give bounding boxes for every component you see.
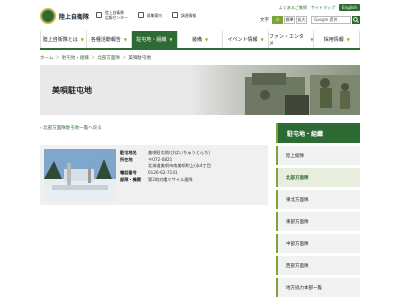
- search-button[interactable]: [352, 16, 360, 24]
- breadcrumb-northern-army[interactable]: 北部方面隊: [97, 55, 120, 61]
- page-banner: 美唄駐屯地: [40, 65, 360, 115]
- nav-equipment[interactable]: 装備 ▼: [176, 31, 223, 48]
- sidebar-item-eastern-army[interactable]: 東部方面隊: [276, 212, 360, 231]
- chevron-down-icon: ▼: [204, 37, 209, 42]
- page-title: 美唄駐屯地: [52, 86, 92, 95]
- nav-recruit[interactable]: 採用情報 ▼: [313, 31, 361, 48]
- back-to-list-link[interactable]: ‹ 北部方面隊駐屯地一覧へ戻る: [40, 125, 102, 131]
- sidebar-item-western-army[interactable]: 西部方面隊: [276, 256, 360, 275]
- chevron-down-icon: ▼: [80, 37, 84, 42]
- sitemap-link[interactable]: サイトマップ: [311, 5, 335, 11]
- base-info-card: 駐屯地名 美唄駐屯地(びばいちゅうとんち) 所在地 〒072-0821 北海道美唄市…: [40, 145, 268, 205]
- nav-bases[interactable]: 駐屯地・組織 ▼: [131, 31, 177, 48]
- chevron-down-icon: ▼: [123, 37, 127, 42]
- font-size-label: 文字: [260, 18, 269, 23]
- nav-equipment-label: 装備: [191, 37, 202, 43]
- recruit-label: 募集案内: [146, 12, 162, 18]
- info-key: 所在地: [120, 156, 133, 162]
- soldiers-banner-photo: [190, 65, 360, 115]
- info-value: 〒072-0821: [148, 156, 173, 162]
- pr-center-line2: 広報センター: [105, 15, 128, 20]
- font-size-large-button[interactable]: 拡大: [296, 16, 307, 24]
- procurement-link[interactable]: 調達情報: [171, 12, 197, 18]
- site-header: 陸上自衛隊 陸上自衛隊 広報センター 募集案内 調達情報 よくあるご質問 サイト…: [0, 0, 400, 34]
- breadcrumb-current: 美唄駐屯地: [128, 56, 151, 61]
- breadcrumb: ホーム ＞ 駐屯地・組織 ＞ 北部方面隊 ＞ 美唄駐屯地: [40, 55, 151, 61]
- building-icon: [96, 12, 102, 18]
- info-value: 美唄駐屯地(びばいちゅうとんち): [148, 149, 210, 155]
- jgsdf-emblem-icon: [40, 8, 56, 24]
- font-size-normal-button[interactable]: 標準: [284, 16, 295, 24]
- sidebar-item-middle-army[interactable]: 中部方面隊: [276, 234, 360, 253]
- sidebar-item-cooperation-offices[interactable]: 地方協力本部一覧: [276, 278, 360, 297]
- nav-about[interactable]: 陸上自衛隊とは ▼: [40, 31, 86, 48]
- nav-events-label: イベント情報: [227, 37, 258, 43]
- font-size-small-button[interactable]: 小: [272, 16, 283, 24]
- sidebar-item-northeastern-army[interactable]: 東北方面隊: [276, 190, 360, 209]
- breadcrumb-separator: ＞: [90, 56, 96, 61]
- info-value: 第2地対艦ミサイル連隊: [148, 177, 193, 183]
- chevron-down-icon: ▼: [260, 37, 264, 42]
- search-input[interactable]: Google 提供: [311, 16, 351, 24]
- search-icon: [353, 17, 359, 23]
- side-nav-title[interactable]: 駐屯地・組織: [276, 123, 360, 143]
- table-row: 電話番号 0126-62-7141: [120, 170, 265, 177]
- info-key: 電話番号: [120, 170, 137, 176]
- utility-links: よくあるご質問 サイトマップ English: [279, 4, 360, 11]
- nav-about-label: 陸上自衛隊とは: [42, 37, 78, 43]
- nav-recruit-label: 採用情報: [323, 37, 344, 43]
- site-logo[interactable]: 陸上自衛隊: [40, 8, 89, 24]
- info-key: [120, 163, 148, 170]
- logo-text: 陸上自衛隊: [59, 13, 90, 21]
- breadcrumb-separator: ＞: [55, 56, 60, 61]
- info-key: 駐屯地名: [120, 149, 137, 155]
- nav-events[interactable]: イベント情報 ▼: [222, 31, 268, 48]
- table-row: 北海道美唄市南美唄町上(永4丁目: [120, 163, 265, 170]
- pr-center-link[interactable]: 陸上自衛隊 広報センター: [96, 10, 128, 20]
- info-value: 北海道美唄市南美唄町上(永4丁目: [148, 163, 211, 169]
- breadcrumb-separator: ＞: [121, 56, 127, 61]
- table-row: 部隊・機関 第2地対艦ミサイル連隊: [120, 177, 265, 184]
- info-value: 0126-62-7141: [148, 170, 178, 176]
- breadcrumb-home[interactable]: ホーム: [40, 55, 53, 61]
- sidebar-item-northern-army[interactable]: 北部方面隊: [276, 168, 360, 187]
- faq-link[interactable]: よくあるご質問: [279, 5, 307, 11]
- nav-fan[interactable]: ファン・エンタメ ▼: [267, 31, 314, 48]
- global-nav: 陸上自衛隊とは ▼ 各種活動報告 ▼ 駐屯地・組織 ▼ 装備 ▼ イベント情報 ▼ ファン…: [40, 31, 361, 50]
- procurement-label: 調達情報: [180, 12, 197, 18]
- english-button[interactable]: English: [338, 4, 360, 11]
- base-gate-photo: [44, 149, 116, 201]
- breadcrumb-bases[interactable]: 駐屯地・組織: [62, 55, 89, 61]
- base-info-table: 駐屯地名 美唄駐屯地(びばいちゅうとんち) 所在地 〒072-0821 北海道美唄市…: [120, 149, 265, 183]
- recruit-link[interactable]: 募集案内: [137, 12, 162, 18]
- sidebar-item-ground-component[interactable]: 陸上総隊: [276, 146, 360, 165]
- table-row: 駐屯地名 美唄駐屯地(びばいちゅうとんち): [120, 149, 265, 156]
- table-row: 所在地 〒072-0821: [120, 156, 265, 163]
- chevron-down-icon: ▼: [169, 37, 173, 42]
- header-links: 陸上自衛隊 広報センター 募集案内 調達情報: [96, 10, 206, 20]
- person-icon: [137, 12, 144, 18]
- chevron-down-icon: ▼: [346, 37, 350, 42]
- info-key: 部隊・機関: [120, 177, 141, 183]
- back-to-list-label: 北部方面隊駐屯地一覧へ戻る: [43, 126, 102, 131]
- nav-activities-label: 各種活動報告: [90, 37, 121, 43]
- nav-bases-label: 駐屯地・組織: [136, 37, 167, 43]
- document-icon: [171, 12, 178, 18]
- header-tools: 文字 小 標準 拡大 Google 提供: [260, 16, 360, 24]
- nav-activities[interactable]: 各種活動報告 ▼: [85, 31, 132, 48]
- side-nav: 駐屯地・組織 陸上総隊 北部方面隊 東北方面隊 東部方面隊 中部方面隊 西部方面…: [276, 123, 360, 297]
- nav-fan-label: ファン・エンタメ: [268, 33, 304, 47]
